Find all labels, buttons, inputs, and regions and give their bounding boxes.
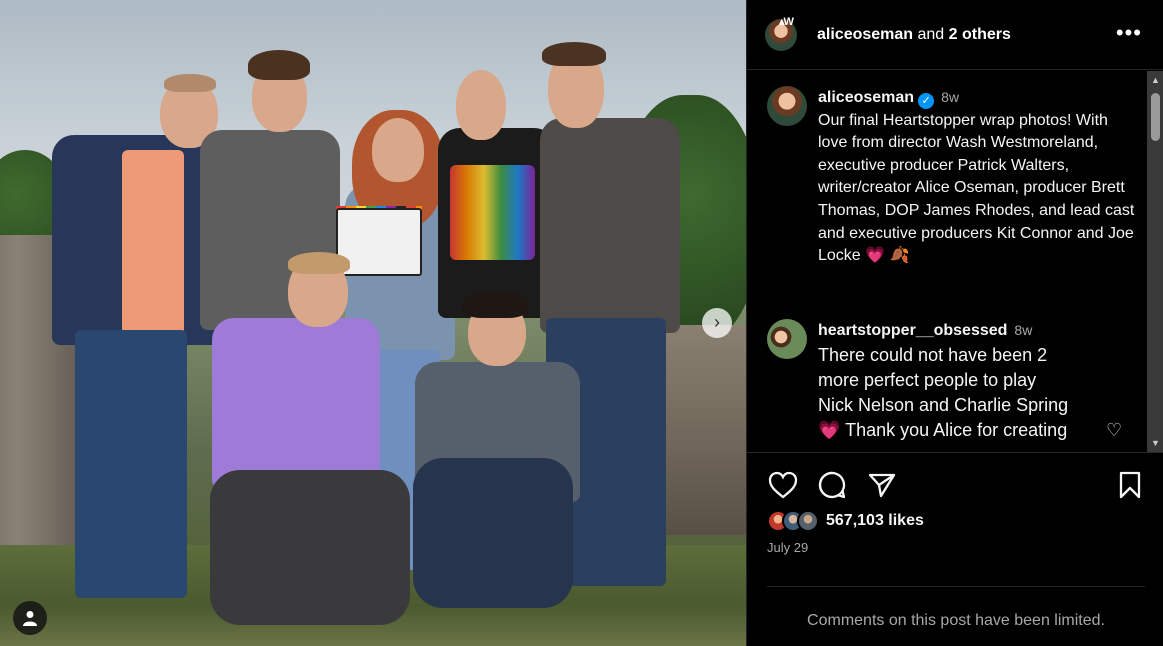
- scroll-down-arrow-icon[interactable]: ▼: [1151, 438, 1160, 448]
- post-header: ▴W aliceoseman and 2 others •••: [747, 0, 1163, 70]
- comments-limited-notice: Comments on this post have been limited.: [767, 586, 1145, 630]
- comments-scrollbar[interactable]: ▲ ▼: [1147, 71, 1163, 452]
- scroll-up-arrow-icon[interactable]: ▲: [1151, 75, 1160, 85]
- send-icon: [868, 473, 896, 498]
- user-tag-icon: [23, 611, 37, 626]
- comments-scroll-area[interactable]: aliceoseman ✓ 8w Our final Heartstopper wr…: [747, 71, 1163, 452]
- tagged-users-button[interactable]: [13, 601, 47, 635]
- verified-badge-icon: ✓: [918, 93, 935, 109]
- comment-line: There could not have been 2: [818, 344, 1048, 365]
- header-authors[interactable]: aliceoseman and 2 others: [817, 26, 1011, 44]
- collab-badge-icon: ▴W: [779, 16, 794, 28]
- post-actions: [747, 452, 1163, 516]
- caption-time[interactable]: 8w: [941, 89, 959, 105]
- carousel-next-button[interactable]: ›: [702, 308, 732, 338]
- caption-emoji: 💗 🍂: [865, 247, 910, 265]
- save-button[interactable]: [1114, 469, 1146, 501]
- share-button[interactable]: [866, 469, 898, 501]
- like-button[interactable]: [767, 469, 799, 501]
- comment-item: heartstopper__obsessed 8w There could not…: [767, 319, 1138, 443]
- comment-line: 💗 Thank you Alice for creating: [818, 419, 1068, 440]
- more-horizontal-icon[interactable]: •••: [1116, 22, 1142, 44]
- post-photo[interactable]: ›: [0, 0, 746, 646]
- comment-username[interactable]: heartstopper__obsessed: [818, 322, 1007, 339]
- scrollbar-thumb[interactable]: [1151, 93, 1160, 141]
- comment-time[interactable]: 8w: [1014, 322, 1032, 338]
- post-caption: aliceoseman ✓ 8w Our final Heartstopper wr…: [767, 86, 1138, 268]
- caption-username[interactable]: aliceoseman: [818, 89, 914, 106]
- chevron-right-icon: ›: [714, 312, 720, 332]
- header-others[interactable]: 2 others: [949, 26, 1011, 43]
- comment-text: There could not have been 2 more perfect…: [818, 343, 1138, 443]
- bookmark-icon: [1119, 471, 1141, 499]
- comment-icon: [818, 471, 846, 499]
- post-details-panel: ▴W aliceoseman and 2 others ••• aliceose…: [746, 0, 1163, 646]
- comment-like-heart-icon[interactable]: ♡: [1106, 420, 1122, 441]
- likes-summary[interactable]: 567,103 likes: [767, 510, 924, 532]
- caption-text: Our final Heartstopper wrap photos! With…: [818, 111, 1135, 265]
- comment-line: Nick Nelson and Charlie Spring: [818, 394, 1069, 415]
- caption-avatar[interactable]: [767, 86, 807, 126]
- comment-avatar[interactable]: [767, 319, 807, 359]
- likes-count[interactable]: 567,103 likes: [826, 512, 924, 530]
- header-username[interactable]: aliceoseman: [817, 26, 913, 43]
- heart-icon: [768, 471, 798, 499]
- comment-line: more perfect people to play: [818, 369, 1037, 390]
- liker-avatar: [797, 510, 819, 532]
- header-joiner: and: [913, 25, 949, 43]
- post-date[interactable]: July 29: [767, 540, 808, 555]
- comment-button[interactable]: [816, 469, 848, 501]
